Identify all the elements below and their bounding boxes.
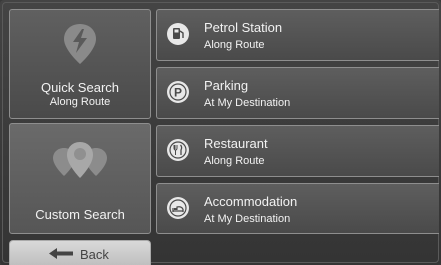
back-arrow-icon — [49, 248, 73, 259]
result-title: Restaurant — [204, 136, 268, 151]
multi-pin-icon — [10, 138, 150, 182]
result-subtitle: Along Route — [204, 155, 265, 167]
result-parking[interactable]: P Parking At My Destination — [156, 67, 439, 119]
parking-icon: P — [167, 81, 189, 103]
quick-search-sublabel: Along Route — [49, 96, 111, 108]
back-button[interactable]: Back — [9, 240, 151, 265]
result-subtitle: At My Destination — [204, 97, 291, 109]
custom-search-label: Custom Search — [35, 207, 125, 222]
bed-icon — [167, 196, 189, 219]
result-title: Parking — [204, 78, 249, 93]
lightning-pin-icon — [10, 22, 150, 66]
result-subtitle: At My Destination — [204, 213, 291, 225]
back-label: Back — [80, 247, 109, 262]
custom-search-button[interactable]: Custom Search — [9, 123, 151, 234]
result-subtitle: Along Route — [204, 39, 265, 51]
svg-text:P: P — [174, 86, 182, 100]
result-petrol-station[interactable]: Petrol Station Along Route — [156, 9, 439, 61]
navigation-screen: Quick Search Along Route Custom Search P… — [0, 0, 441, 265]
result-title: Accommodation — [204, 194, 298, 209]
quick-search-label: Quick Search — [40, 80, 120, 95]
result-title: Petrol Station — [204, 20, 283, 35]
fork-knife-icon — [167, 139, 189, 161]
fuel-pump-icon — [167, 23, 189, 45]
result-restaurant[interactable]: Restaurant Along Route — [156, 125, 439, 177]
quick-search-button[interactable]: Quick Search Along Route — [9, 9, 151, 119]
result-accommodation[interactable]: Accommodation At My Destination — [156, 183, 439, 234]
